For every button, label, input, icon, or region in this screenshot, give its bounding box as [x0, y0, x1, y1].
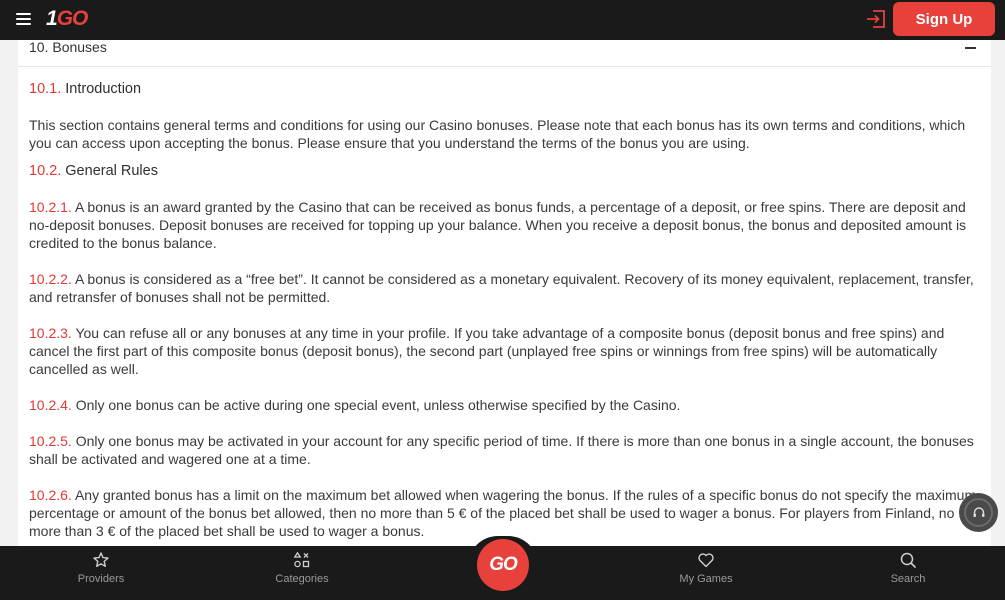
- headset-icon: [973, 506, 984, 517]
- heart-icon: [698, 553, 714, 568]
- intro-heading: 10.1. Introduction: [29, 81, 142, 97]
- rule-item: 10.2.5. Only one bonus may be activated …: [29, 433, 974, 467]
- rule-item: 10.2.4. Only one bonus can be active dur…: [29, 397, 681, 413]
- login-icon[interactable]: [865, 8, 887, 30]
- hamburger-menu-icon[interactable]: [16, 13, 31, 25]
- categories-icon: [293, 551, 310, 568]
- nav-categories[interactable]: Categories: [242, 546, 362, 600]
- star-icon: [93, 552, 109, 567]
- rule-item: 10.2.1. A bonus is an award granted by t…: [29, 199, 967, 251]
- section-content: 10.1. Introduction This section contains…: [29, 80, 984, 540]
- nav-my-games[interactable]: My Games: [646, 546, 766, 600]
- top-bar: 1GO Sign Up: [0, 0, 1005, 40]
- sign-up-button[interactable]: Sign Up: [893, 2, 995, 36]
- nav-categories-label: Categories: [275, 573, 329, 585]
- section-header[interactable]: 10. Bonuses: [18, 40, 991, 67]
- collapse-icon[interactable]: [965, 47, 976, 49]
- rule-item: 10.2.6. Any granted bonus has a limit on…: [29, 487, 977, 539]
- nav-search[interactable]: Search: [848, 546, 968, 600]
- rules-heading: 10.2. General Rules: [29, 163, 158, 179]
- nav-providers-label: Providers: [77, 573, 125, 585]
- nav-providers[interactable]: Providers: [41, 546, 161, 600]
- bottom-nav: Providers Categories GO My Games Search: [0, 536, 1005, 600]
- section-title: 10. Bonuses: [29, 40, 107, 55]
- logo[interactable]: 1GO: [46, 8, 88, 30]
- rule-item: 10.2.3. You can refuse all or any bonuse…: [29, 325, 945, 377]
- support-chat-button[interactable]: [959, 493, 998, 532]
- intro-paragraph: This section contains general terms and …: [29, 117, 966, 151]
- go-home-button[interactable]: GO: [477, 539, 529, 591]
- search-icon: [900, 552, 916, 568]
- rule-item: 10.2.2. A bonus is considered as a “free…: [29, 271, 974, 305]
- nav-search-label: Search: [890, 573, 926, 585]
- nav-my-games-label: My Games: [679, 573, 733, 585]
- terms-card: 10. Bonuses 10.1. Introduction This sect…: [18, 40, 991, 546]
